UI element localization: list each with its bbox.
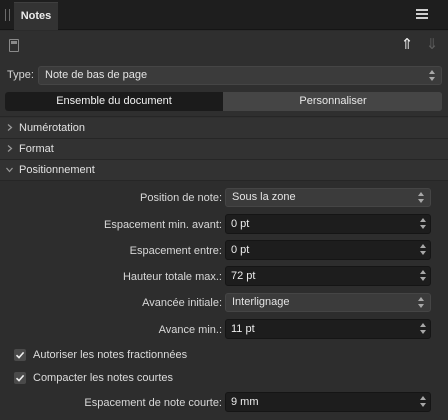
short-note-spacing-input[interactable]: 9 mm (225, 392, 431, 412)
chevron-right-icon (6, 145, 13, 152)
short-note-spacing-label: Espacement de note courte: (84, 397, 222, 409)
section-numbering[interactable]: Numérotation (0, 118, 448, 138)
arrow-down-icon: ⇓ (425, 36, 439, 53)
dropdown-arrows-icon (418, 191, 425, 204)
initial-advance-dropdown[interactable]: Interlignage (225, 293, 431, 312)
allow-split-notes-checkbox[interactable] (14, 349, 26, 361)
positioning-subpanel: Position de note: Sous la zone Espacemen… (0, 181, 448, 420)
section-positioning-label: Positionnement (19, 164, 95, 176)
note-position-value: Sous la zone (232, 191, 296, 203)
type-label: Type: (7, 69, 34, 81)
stepper-arrows-icon[interactable] (415, 392, 431, 412)
drag-grip-icon[interactable] (4, 9, 12, 21)
checkmark-icon (15, 351, 25, 359)
dropdown-arrows-icon (429, 69, 436, 82)
segment-customize[interactable]: Personnaliser (224, 92, 442, 111)
panel-titlebar: Notes (0, 0, 448, 30)
chevron-right-icon (6, 124, 13, 131)
type-dropdown-value: Note de bas de page (45, 69, 148, 81)
type-dropdown[interactable]: Note de bas de page (38, 66, 442, 85)
note-position-dropdown[interactable]: Sous la zone (225, 188, 431, 207)
divider (0, 116, 448, 117)
section-format-label: Format (19, 143, 54, 155)
stepper-arrows-icon[interactable] (415, 240, 431, 260)
section-numbering-label: Numérotation (19, 122, 86, 134)
document-icon[interactable] (9, 39, 19, 52)
max-total-height-input[interactable]: 72 pt (225, 266, 431, 286)
stepper-arrows-icon[interactable] (415, 266, 431, 286)
min-advance-label: Avance min.: (158, 324, 222, 336)
scope-segmented-control: Ensemble du document Personnaliser (5, 92, 442, 111)
initial-advance-value: Interlignage (232, 296, 290, 308)
min-spacing-before-input[interactable]: 0 pt (225, 214, 431, 234)
segment-whole-document[interactable]: Ensemble du document (5, 92, 223, 111)
notes-panel: ⇑ ⇓ Type: Note de bas de page Ensemble d… (0, 31, 448, 420)
checkmark-icon (15, 374, 25, 382)
arrow-up-icon[interactable]: ⇑ (400, 37, 414, 53)
min-spacing-before-label: Espacement min. avant: (103, 219, 222, 231)
compact-short-notes-checkbox[interactable] (14, 372, 26, 384)
stepper-arrows-icon[interactable] (415, 319, 431, 339)
stepper-arrows-icon[interactable] (415, 214, 431, 234)
spacing-between-label: Espacement entre: (129, 245, 222, 257)
section-positioning[interactable]: Positionnement (0, 160, 448, 180)
note-position-label: Position de note: (140, 192, 222, 204)
hamburger-menu-icon[interactable] (416, 9, 428, 20)
initial-advance-label: Avancée initiale: (142, 297, 222, 309)
allow-split-notes-label[interactable]: Autoriser les notes fractionnées (33, 348, 187, 362)
min-advance-input[interactable]: 11 pt (225, 319, 431, 339)
chevron-down-icon (6, 166, 13, 173)
compact-short-notes-label[interactable]: Compacter les notes courtes (33, 371, 173, 385)
tab-notes[interactable]: Notes (14, 2, 58, 30)
spacing-between-input[interactable]: 0 pt (225, 240, 431, 260)
dropdown-arrows-icon (418, 296, 425, 309)
max-total-height-label: Hauteur totale max.: (122, 271, 222, 283)
section-format[interactable]: Format (0, 139, 448, 159)
